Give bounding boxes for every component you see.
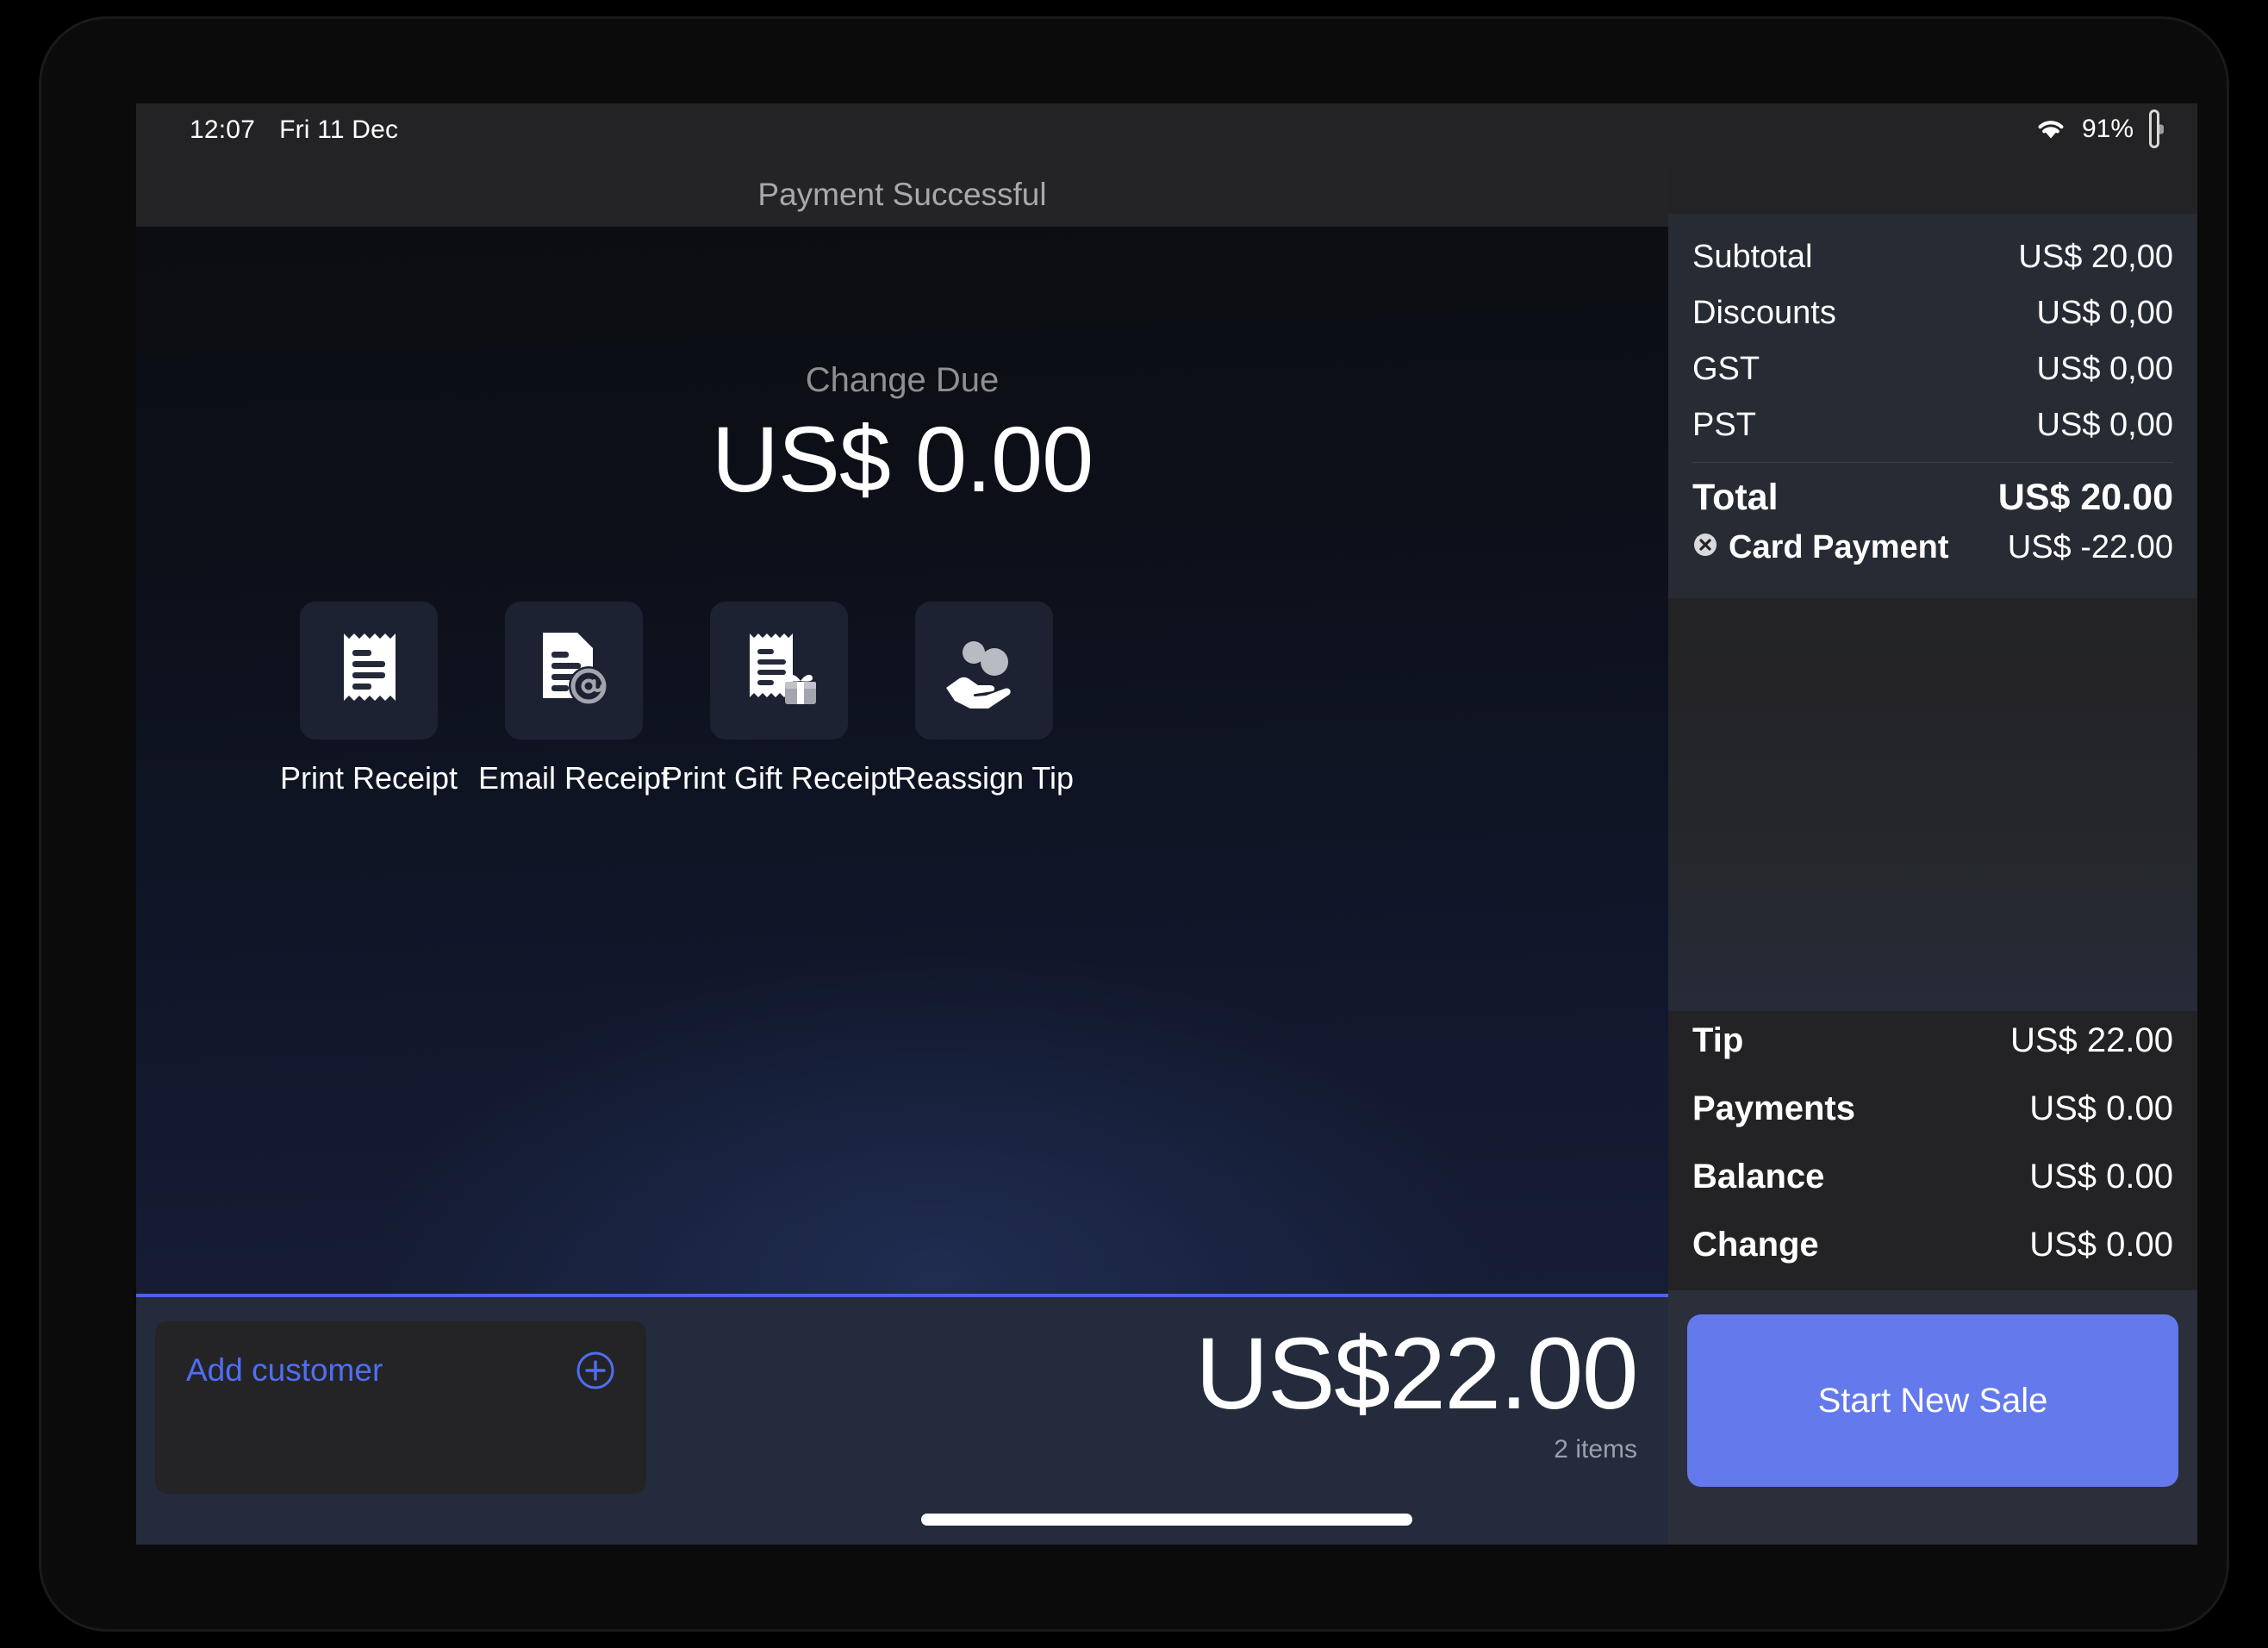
page-title: Payment Successful bbox=[757, 176, 1047, 212]
totals-row-payments: Payments US$ 0.00 bbox=[1692, 1075, 2173, 1143]
hand-coins-icon bbox=[941, 629, 1027, 713]
total-label: Total bbox=[1692, 477, 1779, 518]
print-receipt-label: Print Receipt bbox=[279, 760, 458, 796]
print-receipt-button[interactable]: Print Receipt bbox=[280, 602, 458, 796]
totals-label: Change bbox=[1692, 1226, 1819, 1264]
screen: 12:07 Fri 11 Dec 91% Payment Successful … bbox=[136, 103, 2197, 1545]
order-summary-panel: Subtotal US$ 20,00 Discounts US$ 0,00 GS… bbox=[1668, 162, 2197, 1545]
summary-row-gst: GST US$ 0,00 bbox=[1692, 341, 2173, 397]
summary-value: US$ 0,00 bbox=[2036, 295, 2173, 331]
battery-percent: 91% bbox=[2081, 115, 2134, 143]
totals-value: US$ 0.00 bbox=[2029, 1089, 2173, 1127]
summary-row-subtotal: Subtotal US$ 20,00 bbox=[1692, 229, 2173, 285]
content-area: Change Due US$ 0.00 Print Receipt Email … bbox=[136, 227, 1668, 1294]
summary-value: US$ 20,00 bbox=[2018, 239, 2173, 275]
summary-label: PST bbox=[1692, 407, 1756, 443]
summary-value: US$ 0,00 bbox=[2036, 407, 2173, 443]
remove-circle-icon[interactable] bbox=[1692, 529, 1718, 566]
reassign-tip-label: Reassign Tip bbox=[894, 760, 1075, 796]
summary-row-pst: PST US$ 0,00 bbox=[1692, 397, 2173, 453]
change-due-block: Change Due US$ 0.00 bbox=[136, 361, 1668, 513]
totals-label: Balance bbox=[1692, 1158, 1825, 1195]
add-customer-label: Add customer bbox=[186, 1352, 383, 1388]
totals-value: US$ 0.00 bbox=[2029, 1226, 2173, 1264]
panel-footer: Start New Sale bbox=[1668, 1290, 2197, 1545]
totals-row-change: Change US$ 0.00 bbox=[1692, 1211, 2173, 1279]
totals-label: Tip bbox=[1692, 1021, 1744, 1059]
change-due-label: Change Due bbox=[805, 361, 1000, 399]
reassign-tip-button[interactable]: Reassign Tip bbox=[894, 602, 1074, 796]
status-bar: 12:07 Fri 11 Dec 91% bbox=[136, 103, 2197, 162]
summary-row-discounts: Discounts US$ 0,00 bbox=[1692, 285, 2173, 341]
status-date: Fri 11 Dec bbox=[279, 115, 399, 144]
totals-row-balance: Balance US$ 0.00 bbox=[1692, 1143, 2173, 1211]
receipt-icon bbox=[332, 627, 406, 715]
main-area: Payment Successful Change Due US$ 0.00 P… bbox=[136, 162, 1668, 1545]
totals-value: US$ 0.00 bbox=[2029, 1158, 2173, 1195]
start-new-sale-button[interactable]: Start New Sale bbox=[1687, 1314, 2178, 1487]
title-bar: Payment Successful bbox=[136, 162, 1668, 227]
summary-label: GST bbox=[1692, 351, 1760, 387]
totals-value: US$ 22.00 bbox=[2009, 1021, 2173, 1059]
status-bar-left: 12:07 Fri 11 Dec bbox=[190, 115, 398, 145]
plus-circle-icon[interactable] bbox=[576, 1351, 615, 1395]
totals-label: Payments bbox=[1692, 1089, 1855, 1127]
grand-total-amount: US$22.00 bbox=[1195, 1317, 1638, 1431]
totals-list: Tip US$ 22.00 Payments US$ 0.00 Balance … bbox=[1668, 1007, 2197, 1279]
add-customer-button[interactable]: Add customer bbox=[155, 1321, 646, 1494]
change-due-value: US$ 0.00 bbox=[711, 407, 1094, 511]
print-gift-receipt-button[interactable]: Print Gift Receipt bbox=[662, 602, 896, 796]
home-indicator[interactable] bbox=[921, 1514, 1412, 1526]
email-receipt-label: Email Receipt bbox=[477, 760, 670, 796]
print-gift-receipt-tile[interactable] bbox=[710, 602, 848, 740]
battery-icon bbox=[2149, 109, 2164, 148]
receipt-gift-icon bbox=[739, 627, 819, 715]
print-gift-receipt-label: Print Gift Receipt bbox=[661, 760, 897, 796]
totals-row-tip: Tip US$ 22.00 bbox=[1692, 1007, 2173, 1075]
summary-label: Subtotal bbox=[1692, 239, 1813, 275]
summary-row-total: Total US$ 20.00 bbox=[1692, 466, 2173, 524]
email-receipt-tile[interactable] bbox=[505, 602, 643, 740]
summary-value: US$ 0,00 bbox=[2036, 351, 2173, 387]
reassign-tip-tile[interactable] bbox=[915, 602, 1053, 740]
status-bar-right: 91% bbox=[2035, 109, 2164, 148]
summary-row-card-payment[interactable]: Card Payment US$ -22.00 bbox=[1692, 524, 2173, 576]
receipt-actions: Print Receipt Email Receipt Print Gift R… bbox=[280, 602, 1074, 796]
summary-divider bbox=[1692, 462, 2173, 463]
summary-list: Subtotal US$ 20,00 Discounts US$ 0,00 GS… bbox=[1668, 214, 2197, 598]
panel-empty-region bbox=[1668, 615, 2197, 1011]
items-count: 2 items bbox=[1554, 1434, 1637, 1464]
bottom-bar: Add customer US$22.00 2 items bbox=[136, 1294, 1668, 1545]
wifi-icon bbox=[2035, 117, 2066, 141]
summary-label: Discounts bbox=[1692, 295, 1836, 331]
total-value: US$ 20.00 bbox=[1997, 477, 2173, 518]
status-time: 12:07 bbox=[190, 115, 256, 144]
ipad-device-frame: 12:07 Fri 11 Dec 91% Payment Successful … bbox=[41, 19, 2227, 1629]
card-payment-label: Card Payment bbox=[1729, 529, 1949, 565]
print-receipt-tile[interactable] bbox=[300, 602, 438, 740]
card-payment-value: US$ -22.00 bbox=[2007, 529, 2173, 565]
email-receipt-button[interactable]: Email Receipt bbox=[478, 602, 670, 796]
grand-total-block: US$22.00 2 items bbox=[1195, 1316, 1638, 1464]
document-at-icon bbox=[534, 627, 614, 715]
